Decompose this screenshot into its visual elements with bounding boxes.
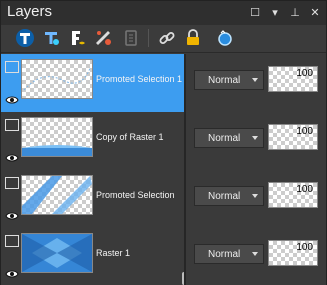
delete-layer-icon[interactable] <box>121 28 141 48</box>
chevron-down-icon <box>252 194 258 198</box>
panel-title: Layers <box>7 3 53 20</box>
blend-mode-value: Normal <box>208 249 241 260</box>
layer-thumbnail <box>21 175 93 215</box>
opacity-field[interactable]: 100 <box>268 240 318 266</box>
layer-row-icons <box>5 58 19 108</box>
lock-icon[interactable] <box>183 28 203 48</box>
mask-icon[interactable] <box>93 28 113 48</box>
layer-thumbnail <box>21 117 93 157</box>
opacity-value: 100 <box>296 242 313 253</box>
toolbar-separator <box>148 29 149 47</box>
maximize-icon[interactable]: ☐ <box>248 6 262 20</box>
layer-row-icons <box>5 174 19 224</box>
layer-name: Copy of Raster 1 <box>96 132 164 142</box>
blend-mode-dropdown[interactable]: Normal <box>194 244 264 264</box>
chevron-down-icon <box>252 78 258 82</box>
layer-properties-row: Normal 100 <box>186 170 326 228</box>
visibility-eye-icon[interactable] <box>5 90 19 104</box>
layer-row[interactable]: Copy of Raster 1 <box>1 112 184 170</box>
opacity-value: 100 <box>296 126 313 137</box>
layer-name: Raster 1 <box>96 248 131 258</box>
pin-icon[interactable]: ⊥ <box>288 6 302 20</box>
opacity-field[interactable]: 100 <box>268 124 318 150</box>
layer-row-icons <box>5 232 19 282</box>
layer-row-icons <box>5 116 19 166</box>
link-icon[interactable] <box>157 28 177 48</box>
window-controls: ☐ ▾ ⊥ ✕ <box>248 6 322 20</box>
layer-name: Promoted Selection 1 <box>96 74 183 84</box>
opacity-field[interactable]: 100 <box>268 66 318 92</box>
layer-row[interactable]: Raster 1 <box>1 228 184 285</box>
new-raster-layer-icon[interactable] <box>15 28 35 48</box>
visibility-eye-icon[interactable] <box>5 148 19 162</box>
chevron-down-icon <box>252 252 258 256</box>
layers-list: Promoted Selection 1 Copy of Raster 1 Pr… <box>1 54 326 285</box>
layer-thumbnail <box>21 233 93 273</box>
blend-mode-dropdown[interactable]: Normal <box>194 128 264 148</box>
visibility-eye-icon[interactable] <box>5 264 19 278</box>
blend-mode-value: Normal <box>208 133 241 144</box>
dropdown-icon[interactable]: ▾ <box>268 6 282 20</box>
layer-name: Promoted Selection <box>96 190 175 200</box>
raster-layer-type-icon[interactable] <box>5 235 19 247</box>
chevron-down-icon <box>252 136 258 140</box>
layer-thumbnail <box>21 59 93 99</box>
raster-layer-type-icon[interactable] <box>5 119 19 131</box>
layer-properties-column: Normal 100 Normal 100 Normal 100 Normal … <box>186 54 326 285</box>
layer-styles-icon[interactable] <box>215 28 235 48</box>
layer-row[interactable]: Promoted Selection 1 <box>1 54 184 112</box>
layers-panel: Layers ☐ ▾ ⊥ ✕ Promoted Selection 1 Copy… <box>0 0 327 285</box>
layer-names-column: Promoted Selection 1 Copy of Raster 1 Pr… <box>1 54 186 285</box>
layer-properties-row: Normal 100 <box>186 112 326 170</box>
raster-layer-type-icon[interactable] <box>5 61 19 73</box>
new-adjustment-layer-icon[interactable] <box>67 28 87 48</box>
visibility-eye-icon[interactable] <box>5 206 19 220</box>
blend-mode-dropdown[interactable]: Normal <box>194 186 264 206</box>
raster-layer-type-icon[interactable] <box>5 177 19 189</box>
layer-properties-row: Normal 100 <box>186 54 326 112</box>
opacity-value: 100 <box>296 68 313 79</box>
opacity-value: 100 <box>296 184 313 195</box>
blend-mode-value: Normal <box>208 191 241 202</box>
new-vector-layer-icon[interactable] <box>41 28 61 48</box>
layer-properties-row: Normal 100 <box>186 228 326 285</box>
blend-mode-dropdown[interactable]: Normal <box>194 70 264 90</box>
layers-toolbar <box>1 25 326 53</box>
blend-mode-value: Normal <box>208 75 241 86</box>
layer-row[interactable]: Promoted Selection <box>1 170 184 228</box>
opacity-field[interactable]: 100 <box>268 182 318 208</box>
title-bar: Layers ☐ ▾ ⊥ ✕ <box>1 1 326 25</box>
close-icon[interactable]: ✕ <box>308 6 322 20</box>
